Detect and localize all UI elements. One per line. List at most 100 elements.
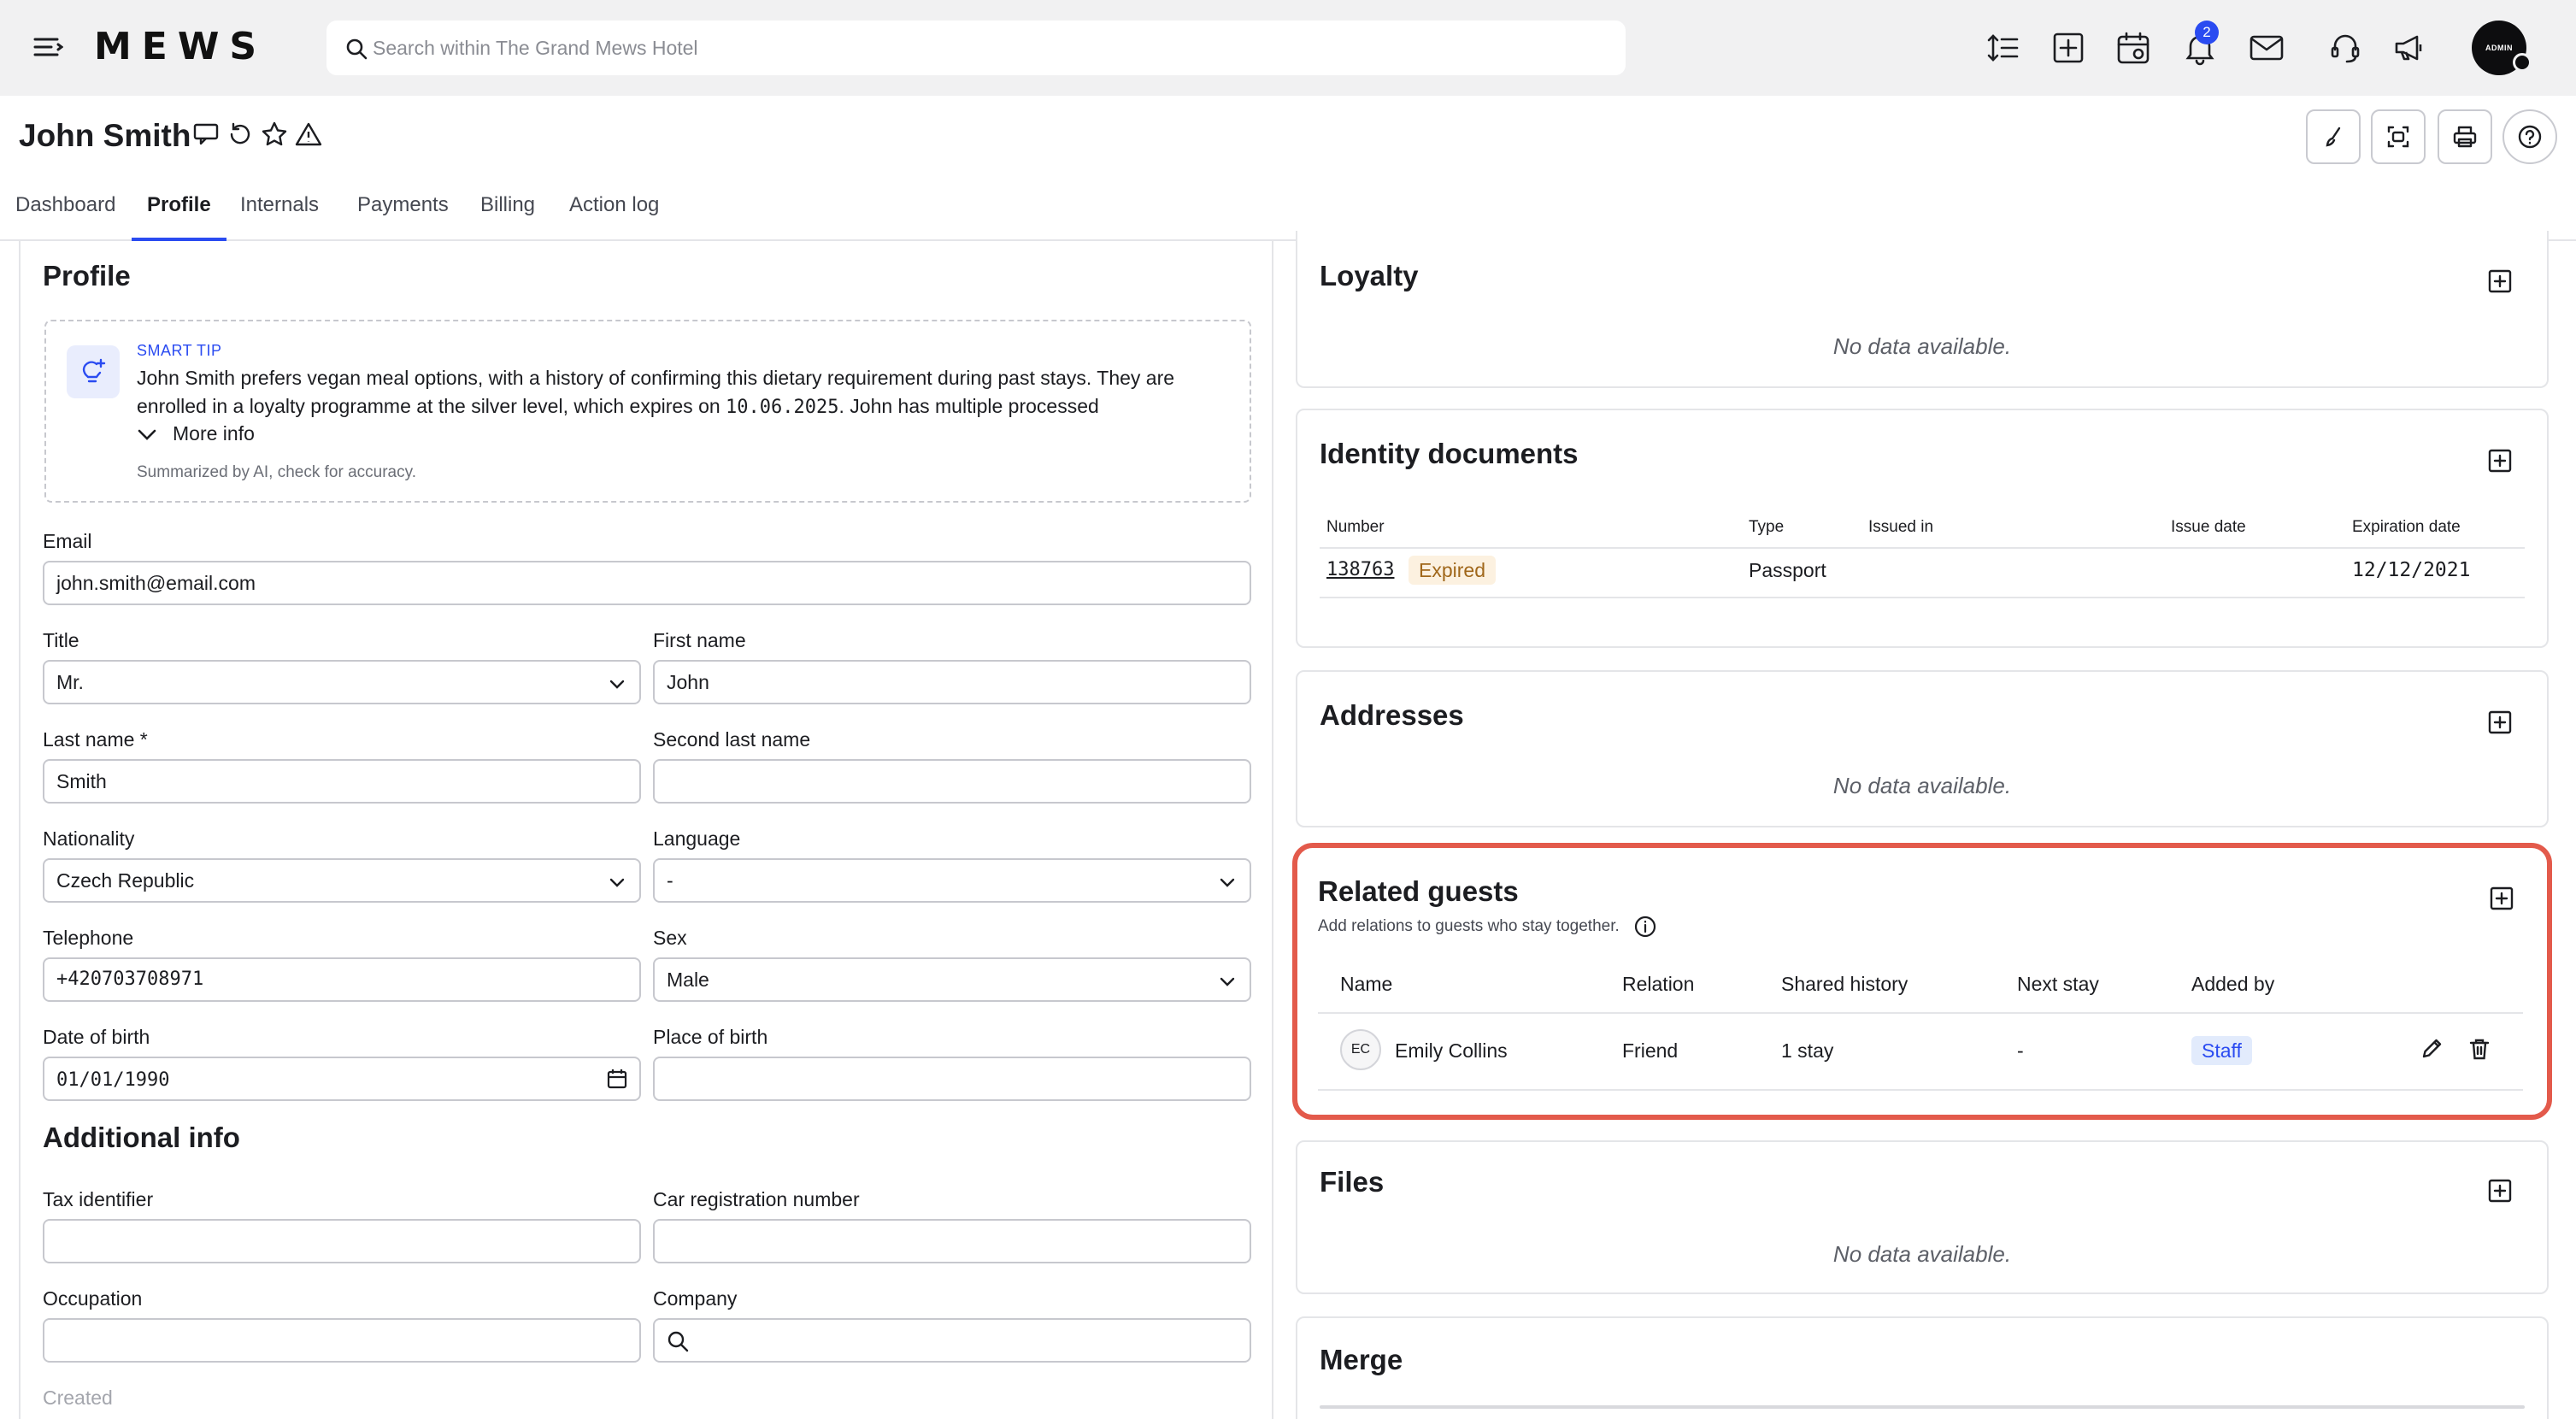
search-icon	[667, 1330, 689, 1352]
identity-documents-card: Identity documents Number Type Issued in…	[1296, 409, 2549, 648]
star-icon[interactable]	[260, 120, 289, 149]
files-card: Files No data available.	[1296, 1140, 2549, 1294]
support-icon[interactable]	[2326, 29, 2364, 67]
merge-search-field[interactable]	[1320, 1405, 2525, 1409]
sex-select[interactable]: Male	[653, 957, 1251, 1002]
add-document-icon[interactable]	[2487, 448, 2513, 474]
column-header: Type	[1749, 518, 1785, 536]
menu-icon[interactable]	[32, 32, 63, 63]
tax-identifier-label: Tax identifier	[43, 1188, 154, 1210]
title-label: Title	[43, 629, 79, 651]
print-button[interactable]	[2438, 109, 2492, 164]
top-bar: MEWS 2 ADMIN	[0, 0, 2576, 96]
more-info-toggle[interactable]: More info	[137, 422, 255, 445]
created-label: Created	[43, 1387, 113, 1409]
cleaning-button[interactable]	[2306, 109, 2361, 164]
place-of-birth-label: Place of birth	[653, 1026, 768, 1048]
language-select[interactable]: -	[653, 858, 1251, 903]
guest-name: John Smith	[19, 118, 191, 153]
add-file-icon[interactable]	[2487, 1178, 2513, 1204]
add-box-icon[interactable]	[2050, 29, 2087, 67]
scan-button[interactable]	[2371, 109, 2426, 164]
second-last-name-label: Second last name	[653, 728, 811, 751]
sex-label: Sex	[653, 927, 687, 949]
occupation-field[interactable]	[43, 1318, 641, 1363]
files-title: Files	[1320, 1166, 1385, 1198]
document-number-link[interactable]: 138763	[1326, 559, 1394, 580]
add-loyalty-icon[interactable]	[2487, 268, 2513, 294]
merge-title: Merge	[1320, 1344, 1403, 1375]
addresses-card: Addresses No data available.	[1296, 670, 2549, 827]
printer-icon	[2452, 124, 2478, 150]
merge-card: Merge	[1296, 1316, 2549, 1419]
history-icon[interactable]	[226, 120, 255, 149]
language-label: Language	[653, 827, 741, 850]
tab-profile[interactable]: Profile	[132, 193, 226, 241]
sort-icon[interactable]	[1985, 29, 2022, 67]
expired-badge: Expired	[1409, 556, 1496, 585]
company-label: Company	[653, 1287, 738, 1310]
search-icon	[345, 38, 368, 60]
divider	[1320, 597, 2525, 598]
column-header: Expiration date	[2352, 518, 2461, 536]
last-name-label: Last name *	[43, 728, 148, 751]
tab-dashboard[interactable]: Dashboard	[15, 193, 115, 241]
first-name-field[interactable]: John	[653, 660, 1251, 704]
loyalty-card: Loyalty No data available.	[1296, 231, 2549, 388]
more-info-label: More info	[173, 422, 255, 445]
calendar-icon[interactable]	[605, 1067, 629, 1091]
date-of-birth-field[interactable]: 01/01/1990	[43, 1057, 641, 1101]
loyalty-title: Loyalty	[1320, 260, 1419, 291]
status-dot	[2513, 53, 2532, 72]
chevron-down-icon	[609, 675, 626, 692]
divider	[1320, 547, 2525, 549]
addresses-empty: No data available.	[1832, 773, 2012, 798]
warning-icon[interactable]	[294, 120, 323, 149]
car-registration-field[interactable]	[653, 1219, 1251, 1263]
announcement-icon[interactable]	[2391, 29, 2429, 67]
second-last-name-field[interactable]	[653, 759, 1251, 804]
brush-icon	[2320, 124, 2346, 150]
chevron-down-icon	[1219, 874, 1236, 891]
mews-logo[interactable]: MEWS	[94, 26, 267, 68]
search-input[interactable]	[373, 21, 1603, 75]
add-address-icon[interactable]	[2487, 710, 2513, 735]
company-search-field[interactable]	[653, 1318, 1251, 1363]
smart-tip: SMART TIP John Smith prefers vegan meal …	[44, 320, 1251, 503]
notifications-badge: 2	[2195, 21, 2219, 44]
addresses-title: Addresses	[1320, 699, 1464, 731]
message-icon[interactable]	[191, 120, 221, 149]
title-select[interactable]: Mr.	[43, 660, 641, 704]
chevron-down-icon	[1219, 973, 1236, 990]
help-icon	[2517, 124, 2543, 150]
column-header: Issued in	[1868, 518, 1934, 536]
calendar-view-icon[interactable]	[2114, 29, 2152, 67]
search-bar[interactable]	[326, 21, 1626, 75]
telephone-field[interactable]: +420703708971	[43, 957, 641, 1002]
related-guests-highlight	[1292, 843, 2552, 1120]
nationality-select[interactable]: Czech Republic	[43, 858, 641, 903]
email-field[interactable]: john.smith@email.com	[43, 561, 1251, 605]
tax-identifier-field[interactable]	[43, 1219, 641, 1263]
help-button[interactable]	[2502, 109, 2557, 164]
place-of-birth-field[interactable]	[653, 1057, 1251, 1101]
loyalty-expiry-date: 10.06.2025	[726, 397, 839, 418]
guest-title-icons	[191, 120, 323, 154]
identity-documents-title: Identity documents	[1320, 438, 1579, 469]
chevron-down-icon	[137, 424, 157, 445]
tab-action-log[interactable]: Action log	[569, 193, 659, 241]
document-expiration: 12/12/2021	[2352, 559, 2471, 581]
ai-disclaimer: Summarized by AI, check for accuracy.	[137, 463, 416, 481]
tab-billing[interactable]: Billing	[480, 193, 535, 241]
column-header: Number	[1326, 518, 1385, 536]
last-name-field[interactable]: Smith	[43, 759, 641, 804]
mail-icon[interactable]	[2248, 29, 2285, 67]
smart-tip-label: SMART TIP	[137, 342, 222, 359]
chevron-down-icon	[609, 874, 626, 891]
profile-heading: Profile	[43, 260, 131, 291]
car-registration-label: Car registration number	[653, 1188, 860, 1210]
files-empty: No data available.	[1832, 1241, 2012, 1267]
tab-payments[interactable]: Payments	[357, 193, 449, 241]
tab-internals[interactable]: Internals	[240, 193, 319, 241]
column-header: Issue date	[2171, 518, 2246, 536]
